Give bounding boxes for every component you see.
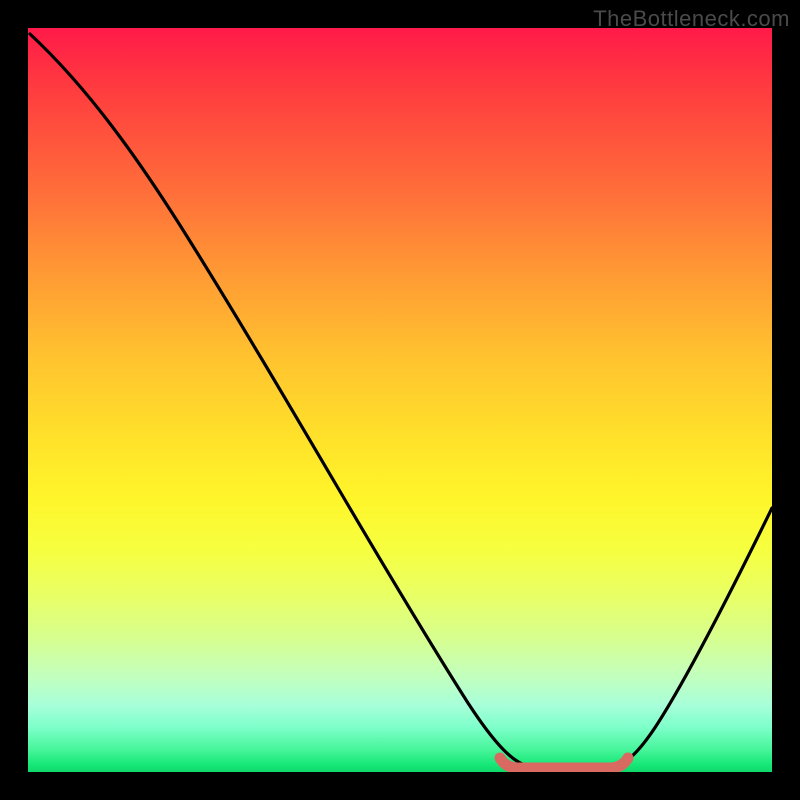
bottleneck-curve (28, 28, 772, 772)
sweet-spot-path (500, 758, 628, 768)
curve-path (30, 34, 772, 766)
plot-area (28, 28, 772, 772)
watermark-text: TheBottleneck.com (593, 6, 790, 32)
chart-frame: TheBottleneck.com (0, 0, 800, 800)
